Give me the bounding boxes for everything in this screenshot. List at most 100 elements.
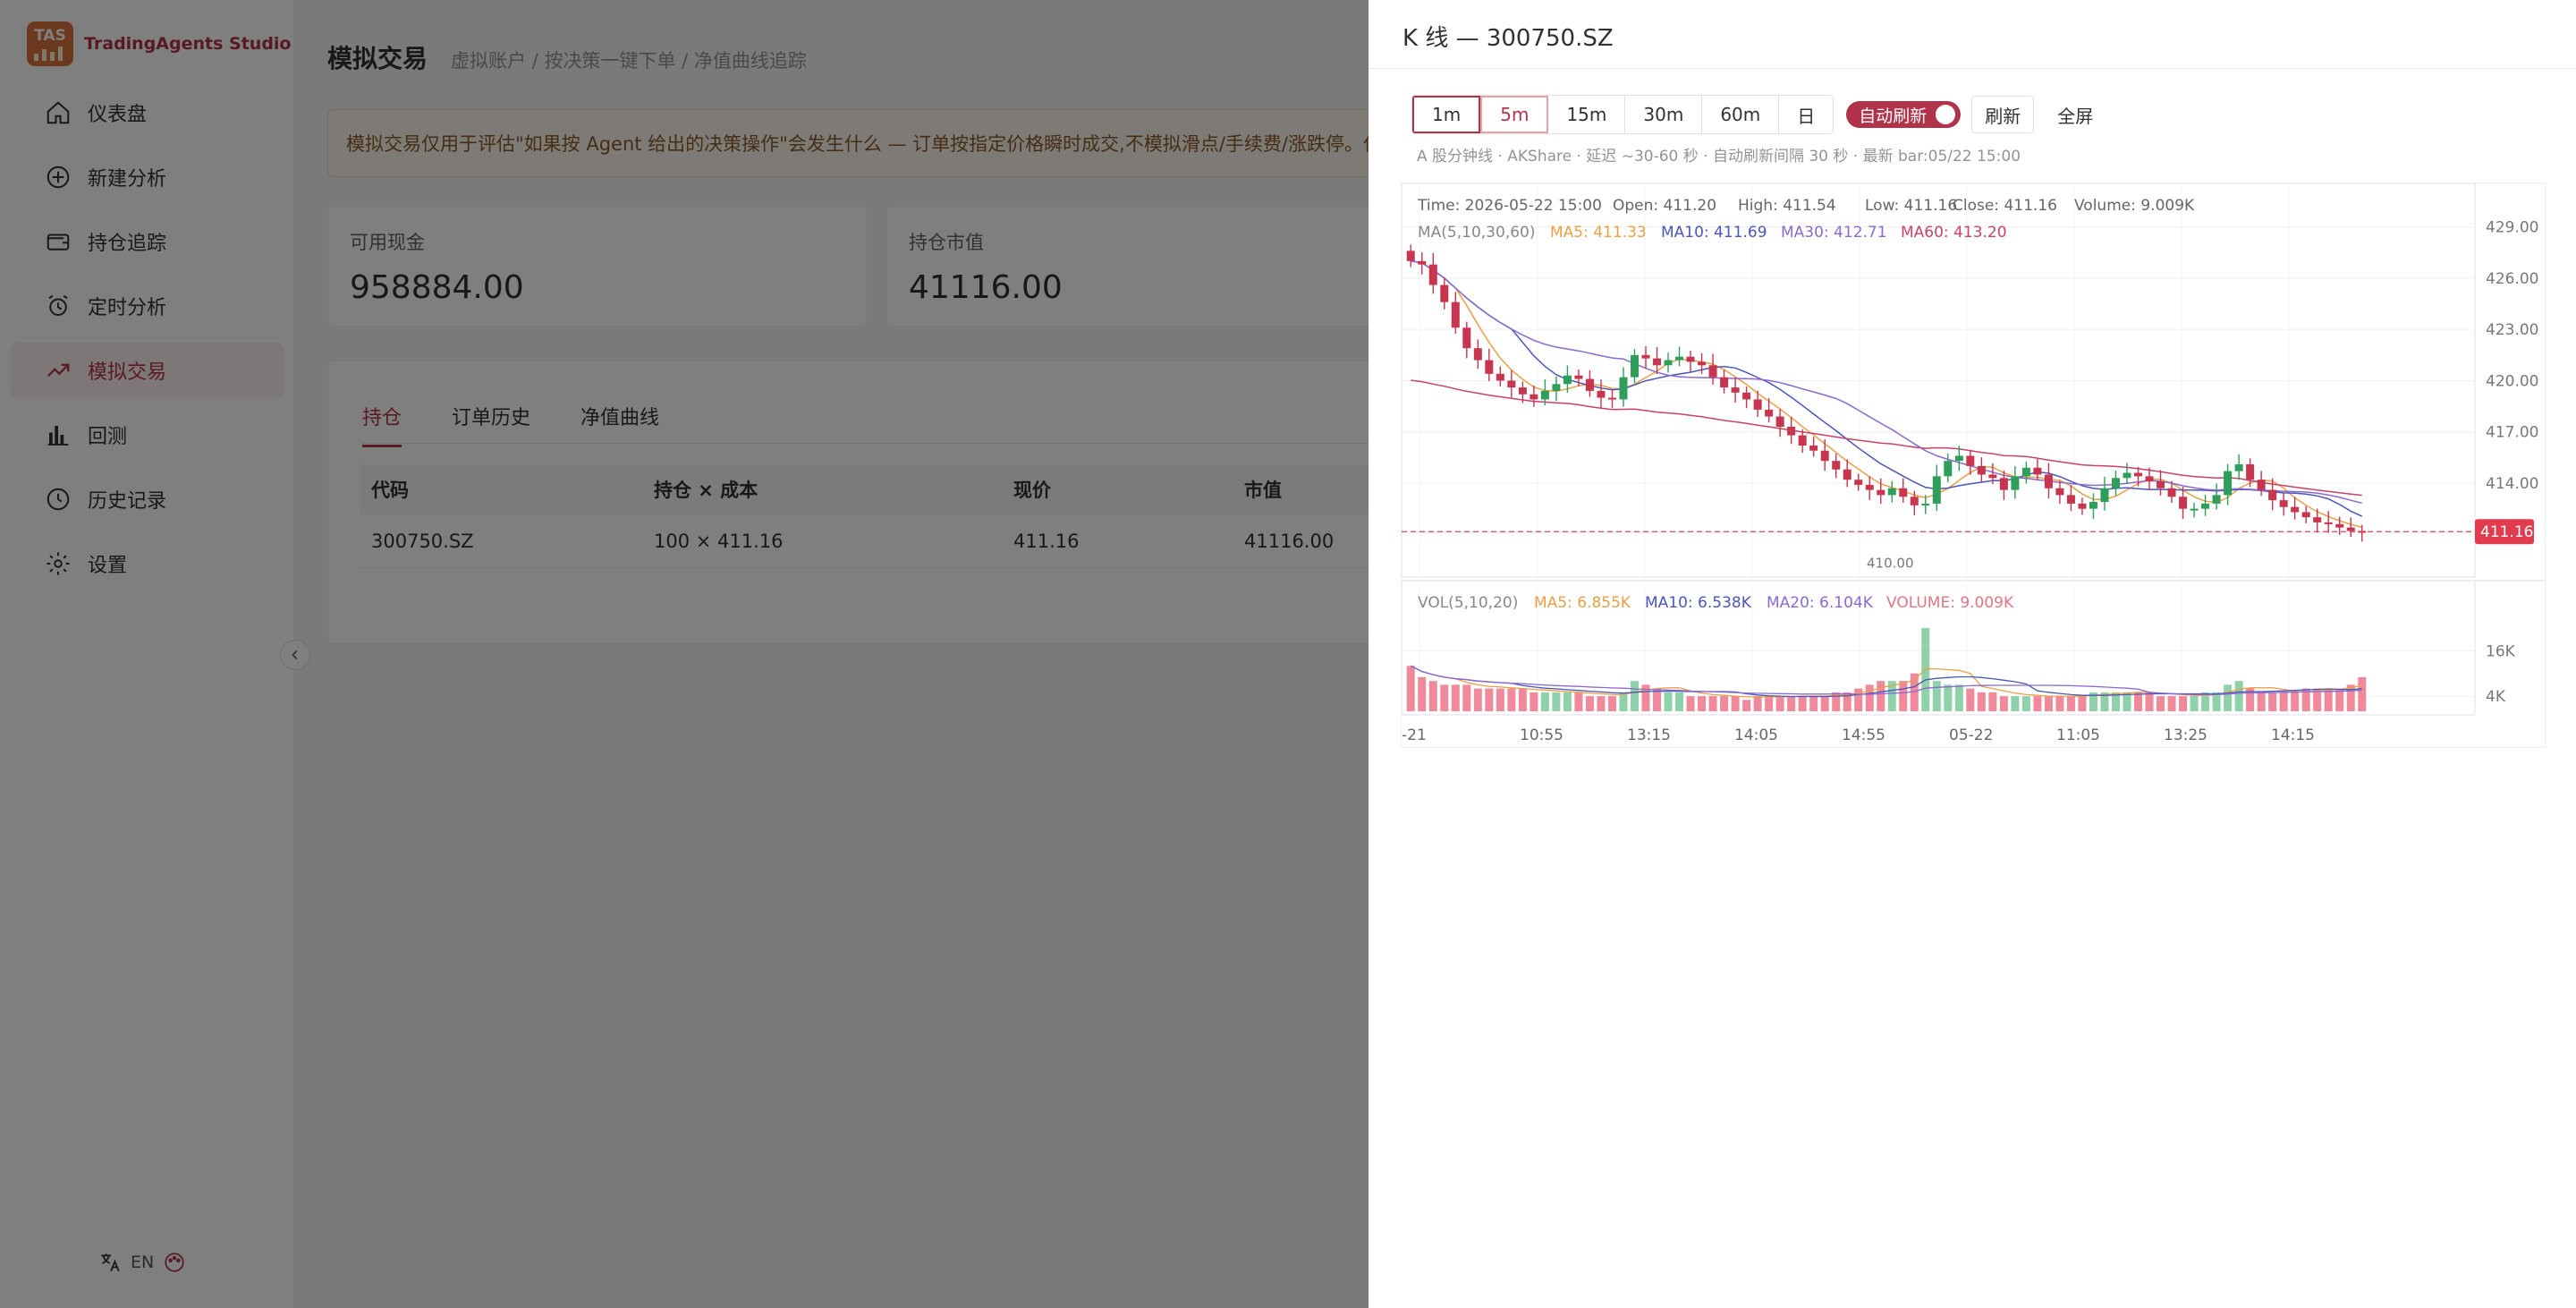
candle-body	[1641, 354, 1650, 359]
candle-body	[1496, 373, 1504, 381]
candle-body	[2268, 489, 2277, 501]
candle-body	[1899, 488, 1908, 497]
candle-body	[2145, 476, 2154, 482]
candle-body	[1451, 302, 1460, 328]
volume-bar	[1999, 696, 2008, 711]
candle-body	[2246, 464, 2255, 480]
kline-chart-canvas: 429.00 426.00 423.00 420.00 417.00 414.00 16K 4…	[1402, 183, 2546, 744]
candle-body	[1910, 497, 1919, 505]
candle-body	[2021, 467, 2030, 477]
period-5m-button[interactable]: 5m	[1480, 96, 1549, 133]
candle-body	[1428, 264, 1437, 285]
tooltip-close: Close: 411.16	[1953, 197, 2057, 215]
volume-bar	[1574, 692, 1583, 711]
volume-bar	[1977, 692, 1986, 711]
tooltip-time: Time: 2026-05-22 15:00	[1417, 197, 1602, 215]
volume-bar	[2234, 681, 2243, 711]
candle-body	[1787, 427, 1796, 436]
volume-bar	[1552, 692, 1561, 711]
volume-bar	[1496, 688, 1504, 711]
price-tick-label: 423.00	[2486, 321, 2538, 339]
candle-body	[2055, 488, 2064, 496]
volume-bar	[2167, 696, 2176, 711]
volume-bar	[1944, 684, 1953, 711]
x-tick-label: 14:05	[1734, 726, 1778, 744]
volume-bar	[1775, 696, 1784, 711]
candle-body	[1809, 446, 1818, 451]
candle-body	[2100, 488, 2109, 502]
volume-bar	[1765, 696, 1774, 711]
volume-bar	[1428, 681, 1437, 711]
volume-bar	[1820, 696, 1829, 711]
volume-bar	[2358, 676, 2367, 711]
candle-body	[1530, 394, 1538, 400]
volume-tick-label: 4K	[2486, 688, 2506, 706]
kline-drawer: K 线 — 300750.SZ 1m 5m 15m 30m 60m 日 自动刷新…	[1368, 0, 2576, 1308]
drawer-title: K 线 — 300750.SZ	[1402, 25, 1614, 52]
volume-bar	[2055, 696, 2064, 711]
candle-body	[1585, 378, 1594, 391]
candle-body	[2257, 480, 2266, 490]
period-15m-button[interactable]: 15m	[1548, 96, 1626, 133]
x-tick-label: 14:15	[2271, 726, 2315, 744]
volume-bar	[1518, 688, 1527, 711]
candle-body	[1653, 358, 1662, 366]
fullscreen-button[interactable]: 全屏	[2048, 96, 2102, 133]
candle-body	[1944, 461, 1953, 477]
tooltip-low: Low: 411.16	[1865, 197, 1957, 215]
volume-bar	[1507, 688, 1516, 711]
period-30m-button[interactable]: 30m	[1625, 96, 1703, 133]
candle-body	[2335, 523, 2344, 528]
candle-body	[2167, 488, 2176, 497]
candle-body	[1686, 356, 1695, 362]
volume-bar	[1664, 692, 1673, 711]
candle-body	[2011, 476, 2020, 490]
candle-body	[1765, 409, 1774, 417]
tooltip-high: High: 411.54	[1738, 197, 1836, 215]
volume-bar	[2134, 692, 2143, 711]
candle-body	[1552, 384, 1561, 391]
candle-body	[1887, 488, 1896, 496]
candle-body	[2044, 474, 2053, 488]
volume-bar	[1440, 684, 1449, 711]
last-price-label: 411.16	[2480, 523, 2533, 541]
period-1m-button[interactable]: 1m	[1412, 96, 1481, 133]
volume-tick-label: 16K	[2486, 642, 2516, 660]
volume-bar	[1966, 688, 1975, 711]
volume-bar	[1451, 684, 1460, 711]
volume-bar	[1708, 696, 1717, 711]
x-tick-label: 11:05	[2056, 726, 2100, 744]
volume-bar	[1865, 684, 1874, 711]
auto-refresh-label: 自动刷新	[1859, 106, 1928, 126]
volume-bar	[1473, 688, 1482, 711]
candle-body	[1518, 387, 1527, 395]
volume-bar	[2078, 696, 2087, 711]
kline-chart[interactable]: 429.00 426.00 423.00 420.00 417.00 414.00 16K 4…	[1401, 183, 2546, 748]
candle-body	[2179, 497, 2188, 509]
candle-body	[2346, 527, 2355, 531]
volume-bar	[1406, 666, 1415, 711]
candle-body	[2324, 522, 2333, 524]
refresh-button[interactable]: 刷新	[1971, 96, 2035, 133]
period-60m-button[interactable]: 60m	[1702, 96, 1780, 133]
drawer-backdrop[interactable]	[0, 0, 1368, 1308]
volume-bar	[2279, 692, 2288, 711]
candle-body	[1954, 455, 1963, 462]
candle-body	[2123, 472, 2131, 479]
volume-bar	[1798, 696, 1807, 711]
toggle-knob	[1936, 105, 1956, 124]
ma5-legend: MA5: 411.33	[1550, 224, 1647, 242]
volume-bar	[1753, 696, 1762, 711]
volume-bar	[1653, 688, 1662, 711]
period-day-button[interactable]: 日	[1779, 96, 1834, 133]
volume-bar	[1686, 696, 1695, 711]
ma-legend-title: MA(5,10,30,60)	[1418, 224, 1535, 242]
volume-bar	[2021, 696, 2030, 711]
volume-bar	[2157, 696, 2165, 711]
volume-bar	[1742, 700, 1751, 711]
volume-bar	[2268, 692, 2277, 711]
volume-bar	[1720, 696, 1729, 711]
candle-body	[2279, 500, 2288, 507]
auto-refresh-toggle[interactable]: 自动刷新	[1846, 101, 1962, 128]
x-tick-label: 10:55	[1520, 726, 1563, 744]
